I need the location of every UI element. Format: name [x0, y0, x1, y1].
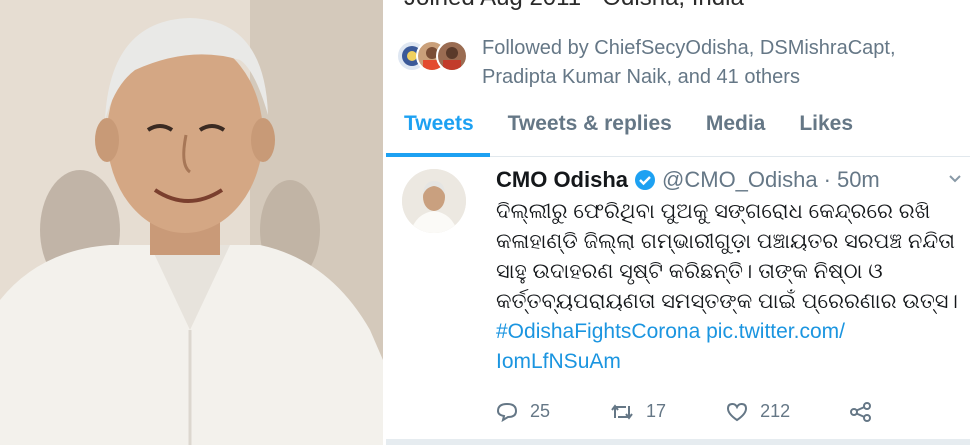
- follower-avatar: [436, 40, 468, 72]
- tweet-header: CMO Odisha @CMO_Odisha · 50m: [496, 167, 880, 193]
- tab-media[interactable]: Media: [688, 100, 782, 156]
- share-button[interactable]: [850, 401, 884, 422]
- reply-button[interactable]: 25: [496, 401, 550, 422]
- tweet-text-line: କଳାହାଣ୍ଡି ଜିଲ୍ଲା ଗମ୍ଭାରୀଗୁଡ଼ା ପଞ୍ଚାୟତର ସ…: [496, 230, 955, 253]
- tweet-text-line: କର୍ତ୍ତବ୍ୟପରାୟଣତା ସମସ୍ତଙ୍କ ପାଇଁ ପ୍ରେରଣାର …: [496, 290, 958, 313]
- followed-by-line-2: Pradipta Kumar Naik, and 41 others: [482, 66, 800, 88]
- retweet-button[interactable]: 17: [610, 401, 666, 422]
- chevron-down-icon[interactable]: [948, 171, 962, 189]
- tweet-text: ଦିଲ୍ଲୀରୁ ଫେରିଥିବା ପୁଅକୁ ସଙ୍ଗରୋଧ କେନ୍ଦ୍ରର…: [496, 197, 966, 377]
- profile-meta-text: Joined Aug 2011 · Odisha, India: [404, 0, 744, 12]
- reply-count: 25: [530, 401, 551, 421]
- twitter-profile-panel: Joined Aug 2011 · Odisha, India Followed…: [386, 0, 970, 445]
- profile-photo: [0, 0, 383, 445]
- tab-tweets[interactable]: Tweets: [386, 100, 490, 157]
- retweet-icon: [611, 403, 633, 420]
- reply-icon: [496, 402, 518, 422]
- followed-by-text: Followed by ChiefSecyOdisha, DSMishraCap…: [482, 34, 896, 92]
- tweet[interactable]: CMO Odisha @CMO_Odisha · 50m ଦିଲ୍ଲୀରୁ ଫେ…: [386, 157, 970, 445]
- tab-likes[interactable]: Likes: [781, 100, 869, 156]
- person-photo-image: [0, 0, 383, 445]
- tweet-pic-link[interactable]: IomLfNSuAm: [496, 347, 966, 377]
- profile-tabs: Tweets Tweets & replies Media Likes: [386, 100, 970, 157]
- heart-icon: [727, 402, 748, 421]
- like-button[interactable]: 212: [726, 401, 790, 422]
- tweet-hashtag-link[interactable]: #OdishaFightsCorona pic.twitter.com/: [496, 317, 966, 347]
- tweet-timestamp[interactable]: 50m: [837, 167, 880, 193]
- tweet-author-avatar[interactable]: [402, 169, 466, 233]
- tweet-author-name[interactable]: CMO Odisha: [496, 167, 628, 193]
- like-count: 212: [760, 401, 791, 421]
- tweet-separator-dot: ·: [823, 167, 831, 192]
- retweet-count: 17: [646, 401, 667, 421]
- verified-badge-icon: [634, 169, 656, 191]
- tweet-divider: [386, 439, 970, 445]
- tweet-actions: 25 17 212: [496, 401, 944, 422]
- tweet-text-line: ଦିଲ୍ଲୀରୁ ଫେରିଥିବା ପୁଅକୁ ସଙ୍ଗରୋଧ କେନ୍ଦ୍ରର…: [496, 200, 931, 223]
- follower-avatars: [396, 34, 476, 78]
- share-icon: [850, 401, 872, 422]
- followed-by-row[interactable]: Followed by ChiefSecyOdisha, DSMishraCap…: [396, 34, 896, 92]
- tweet-text-line: ସାହୁ ଉଦାହରଣ ସୃଷ୍ଟି କରିଛନ୍ତି। ତାଙ୍କ ନିଷ୍ଠ…: [496, 260, 883, 283]
- tab-tweets-replies[interactable]: Tweets & replies: [490, 100, 688, 156]
- tweet-author-handle[interactable]: @CMO_Odisha: [662, 167, 818, 193]
- followed-by-line-1: Followed by ChiefSecyOdisha, DSMishraCap…: [482, 37, 896, 59]
